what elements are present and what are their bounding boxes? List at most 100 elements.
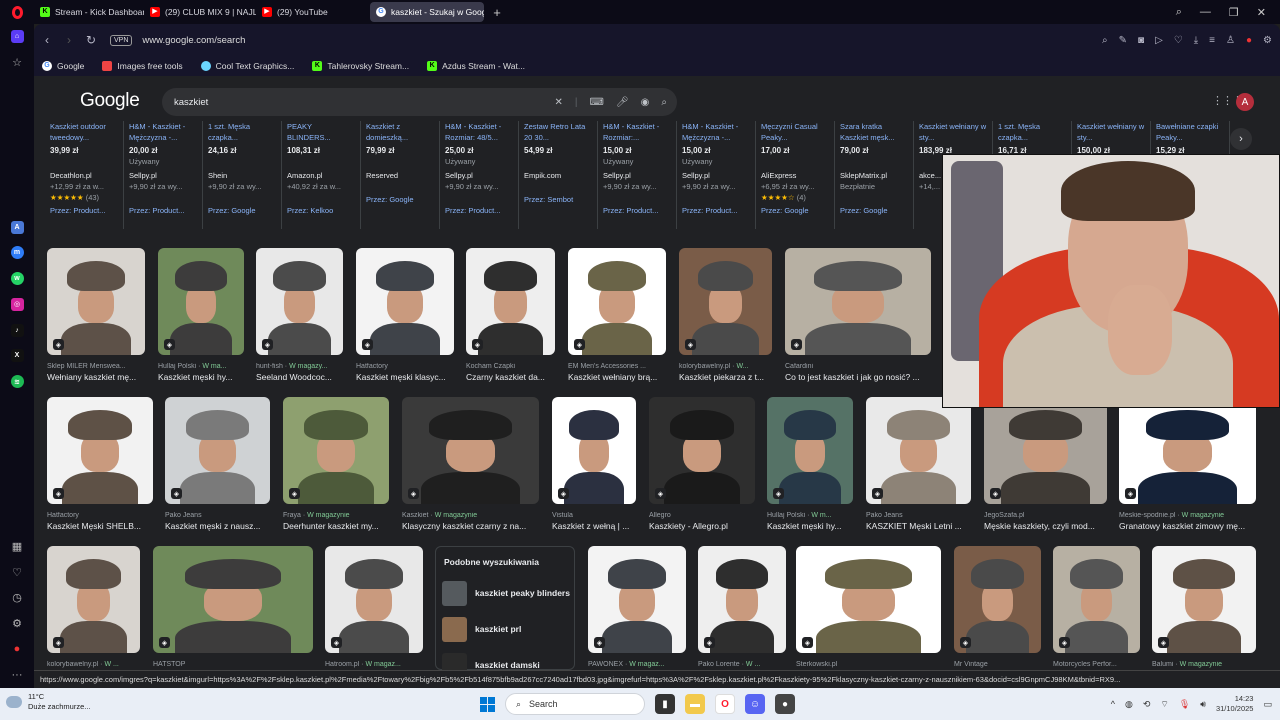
image-result[interactable]: ◈ PAWONEX · W magaz...: [588, 546, 686, 670]
sidebar-favorites[interactable]: ♡: [0, 559, 34, 585]
tab-youtube[interactable]: ▶ (29) YouTube: [256, 2, 366, 22]
result-thumbnail[interactable]: ◈: [165, 397, 270, 504]
tab-club-mix[interactable]: ▶ (29) CLUB MIX 9 | NAJLEP: [144, 2, 256, 22]
reload-icon[interactable]: ↻: [80, 33, 102, 47]
minimize-icon[interactable]: —: [1200, 6, 1211, 18]
image-result[interactable]: ◈ Hatfactory Kaszkiet męski klasyc...: [356, 248, 454, 387]
result-title[interactable]: Seeland Woodcoc...: [256, 372, 343, 382]
image-result[interactable]: ◈ kolorybawelny.pl · W... Kaszkiet piekarz…: [679, 248, 772, 387]
image-result[interactable]: ◈ Pako Jeans KASZKIET Męski Letni ...: [866, 397, 971, 536]
sidebar-home[interactable]: ⌂: [0, 24, 34, 50]
result-title[interactable]: Kaszkiet z wełną | ...: [552, 521, 636, 531]
sidebar-opera[interactable]: ●: [0, 636, 34, 662]
image-result[interactable]: ◈ Fraya · W magazynie Deerhunter kaszkiet …: [283, 397, 389, 536]
image-result[interactable]: ◈ JegoSzafa.pl Męskie kaszkiety, czyli mod…: [984, 397, 1107, 536]
settings-icon[interactable]: ⚙: [1263, 35, 1272, 46]
result-thumbnail[interactable]: ◈: [466, 248, 555, 355]
clock[interactable]: 14:23 31/10/2025: [1216, 694, 1254, 714]
sidebar-history[interactable]: ◷: [0, 585, 34, 611]
vpn-badge[interactable]: VPN: [110, 34, 133, 46]
image-result[interactable]: ◈ EM Men's Accessories ... Kaszkiet wełnia…: [568, 248, 666, 387]
sidebar-aria[interactable]: A: [0, 214, 34, 240]
result-thumbnail[interactable]: ◈: [325, 546, 423, 653]
result-thumbnail[interactable]: ◈: [785, 248, 931, 355]
sidebar-x[interactable]: X: [0, 343, 34, 369]
sidebar-whatsapp[interactable]: w: [0, 266, 34, 292]
result-thumbnail[interactable]: ◈: [1119, 397, 1256, 504]
result-thumbnail[interactable]: ◈: [153, 546, 313, 653]
result-title[interactable]: Granatowy kaszkiet zimowy mę...: [1119, 521, 1256, 531]
sidebar-instagram[interactable]: ◎: [0, 292, 34, 318]
extension-icon[interactable]: ●: [1246, 35, 1252, 46]
discord-icon[interactable]: ☺: [745, 694, 765, 714]
result-thumbnail[interactable]: ◈: [954, 546, 1041, 653]
result-title[interactable]: Kaszkiet piekarza z t...: [679, 372, 772, 382]
image-result[interactable]: ◈ Kocham Czapki Czarny kaszkiet da...: [466, 248, 555, 387]
image-result[interactable]: ◈ Balumi · W magazynie: [1152, 546, 1256, 670]
result-thumbnail[interactable]: ◈: [1152, 546, 1256, 653]
mic-icon[interactable]: 🎙︎: [1179, 699, 1190, 710]
image-result[interactable]: ◈ Motorcycles Perfor...: [1053, 546, 1140, 670]
image-result[interactable]: ◈ HATSTOP: [153, 546, 313, 670]
steam-icon[interactable]: ◍: [1125, 699, 1133, 710]
play-icon[interactable]: ▷: [1155, 35, 1163, 46]
result-thumbnail[interactable]: ◈: [256, 248, 343, 355]
result-thumbnail[interactable]: ◈: [47, 397, 153, 504]
camera-icon[interactable]: ◙: [1138, 35, 1144, 46]
sidebar-tiktok[interactable]: ♪: [0, 317, 34, 343]
bookmark-google[interactable]: G Google: [42, 61, 84, 71]
result-title[interactable]: KASZKIET Męski Letni ...: [866, 521, 971, 531]
opera-logo-icon[interactable]: [0, 0, 34, 24]
obs-icon[interactable]: ●: [775, 694, 795, 714]
result-thumbnail[interactable]: ◈: [698, 546, 786, 653]
result-thumbnail[interactable]: ◈: [552, 397, 636, 504]
windows-start-icon[interactable]: [480, 696, 495, 712]
profile-icon[interactable]: ♙: [1226, 35, 1235, 46]
new-tab-button[interactable]: +: [490, 5, 504, 20]
image-result[interactable]: ◈ Sterkowski.pl: [796, 546, 941, 670]
file-explorer-icon[interactable]: ▬: [685, 694, 705, 714]
result-thumbnail[interactable]: ◈: [679, 248, 772, 355]
image-result[interactable]: ◈ Hullaj Polski · W m... Kaszkiet męski hy…: [767, 397, 853, 536]
network-icon[interactable]: ⌔: [1160, 699, 1168, 710]
result-thumbnail[interactable]: ◈: [158, 248, 244, 355]
task-view-icon[interactable]: ▮: [655, 694, 675, 714]
result-title[interactable]: Klasyczny kaszkiet czarny z na...: [402, 521, 539, 531]
result-thumbnail[interactable]: ◈: [568, 248, 666, 355]
image-result[interactable]: ◈ Cafardini Co to jest kaszkiet i jak go n…: [785, 248, 931, 387]
result-title[interactable]: Deerhunter kaszkiet my...: [283, 521, 389, 531]
heart-icon[interactable]: ♡: [1174, 35, 1183, 46]
image-result[interactable]: ◈ Kaszkiet · W magazynie Klasyczny kaszkie…: [402, 397, 539, 536]
maximize-icon[interactable]: ❐: [1229, 6, 1239, 19]
result-thumbnail[interactable]: ◈: [47, 546, 140, 653]
notifications-icon[interactable]: ▭: [1263, 699, 1272, 710]
sidebar-settings[interactable]: ⚙: [0, 611, 34, 637]
related-item[interactable]: kaszkiet prl: [436, 611, 574, 647]
opera-taskbar-icon[interactable]: O: [715, 694, 735, 714]
sidebar-extensions[interactable]: ▦: [0, 533, 34, 559]
sync-icon[interactable]: ⟲: [1143, 699, 1151, 710]
image-result[interactable]: ◈ Hullaj Polski · W ma... Kaszkiet męski h…: [158, 248, 244, 387]
bookmark-tahlerovsky[interactable]: K Tahlerovsky Stream...: [312, 61, 409, 71]
result-thumbnail[interactable]: ◈: [356, 248, 454, 355]
result-thumbnail[interactable]: ◈: [984, 397, 1107, 504]
result-title[interactable]: Kaszkiet wełniany brą...: [568, 372, 666, 382]
search-tabs-icon[interactable]: ⌕: [1176, 6, 1182, 19]
result-thumbnail[interactable]: ◈: [796, 546, 941, 653]
image-result[interactable]: ◈ Meskie-spodnie.pl · W magazynie Granatow…: [1119, 397, 1256, 536]
result-title[interactable]: Wełniany kaszkiet mę...: [47, 372, 145, 382]
result-thumbnail[interactable]: ◈: [283, 397, 389, 504]
volume-icon[interactable]: 🔊︎: [1200, 699, 1206, 710]
chevron-up-icon[interactable]: ^: [1111, 699, 1115, 709]
bookmark-images-free-tools[interactable]: Images free tools: [102, 61, 183, 71]
related-item[interactable]: kaszkiet damski: [436, 647, 574, 670]
menu-icon[interactable]: ≡: [1209, 35, 1215, 46]
forward-icon[interactable]: ›: [58, 33, 80, 47]
image-result[interactable]: ◈ kolorybawelny.pl · W ...: [47, 546, 140, 670]
image-result[interactable]: ◈ Pako Jeans Kaszkiet męski z nausz...: [165, 397, 270, 536]
bookmark-cool-text[interactable]: Cool Text Graphics...: [200, 61, 294, 71]
image-result[interactable]: ◈ Hatfactory Kaszkiet Męski SHELB...: [47, 397, 153, 536]
image-result[interactable]: ◈ Sklep MILER Menswea... Wełniany kaszkiet…: [47, 248, 145, 387]
result-thumbnail[interactable]: ◈: [767, 397, 853, 504]
image-result[interactable]: ◈ hunt-fish · W magazy... Seeland Woodcoc.…: [256, 248, 343, 387]
